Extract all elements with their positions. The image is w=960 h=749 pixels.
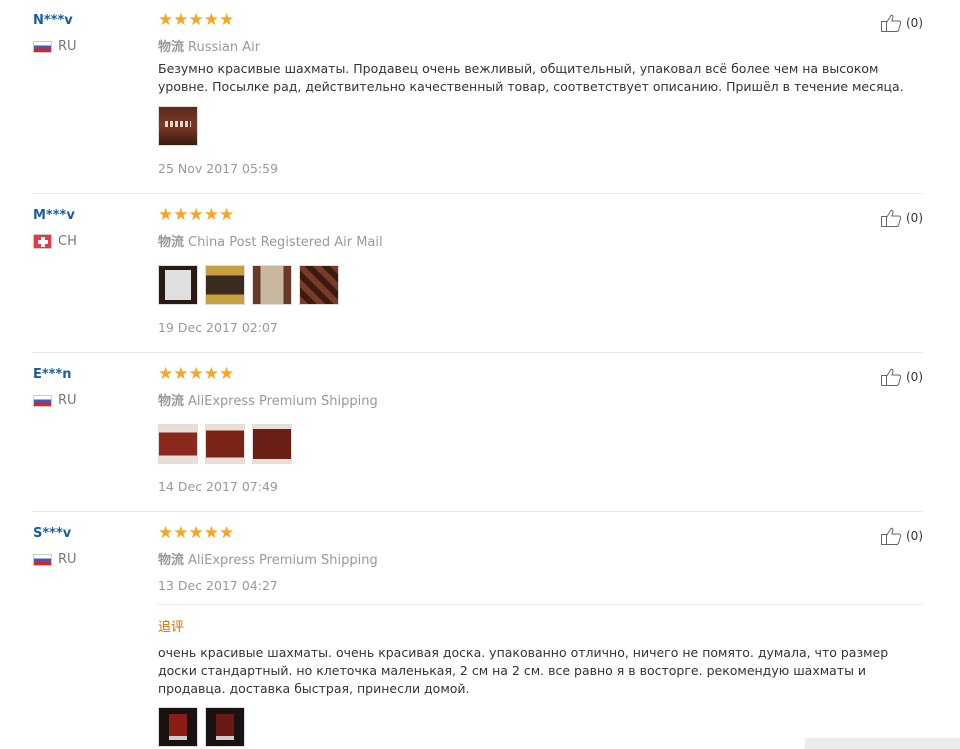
review-photos — [158, 265, 346, 305]
shipping-value: AliExpress Premium Shipping — [188, 394, 378, 409]
review-photo[interactable] — [205, 707, 245, 747]
country-code: RU — [58, 393, 77, 408]
review-photo[interactable] — [252, 265, 292, 305]
shipping-label: 物流 — [158, 235, 185, 250]
like-button[interactable]: (0) — [880, 13, 923, 33]
shipping-value: AliExpress Premium Shipping — [188, 553, 378, 568]
divider — [32, 193, 923, 194]
like-button[interactable]: (0) — [880, 367, 923, 387]
review-photos — [158, 106, 205, 146]
review-photo[interactable] — [158, 106, 198, 146]
shipping-method: 物流 China Post Registered Air Mail — [158, 231, 383, 250]
thumbs-up-icon — [881, 368, 902, 386]
review-photo[interactable] — [252, 424, 292, 464]
reviewer-name[interactable]: N***v — [33, 13, 73, 28]
divider — [32, 352, 923, 353]
like-button[interactable]: (0) — [880, 526, 923, 546]
shipping-label: 物流 — [158, 40, 185, 55]
star-rating: ★★★★★ — [158, 364, 235, 384]
shipping-method: 物流 Russian Air — [158, 36, 260, 55]
thumbs-up-icon — [881, 14, 902, 32]
like-count: (0) — [906, 529, 923, 543]
review-photo[interactable] — [205, 424, 245, 464]
like-count: (0) — [906, 16, 923, 30]
country-code: RU — [58, 552, 77, 567]
reviewer-country: CH — [33, 234, 77, 249]
review-photo[interactable] — [299, 265, 339, 305]
reviewer-name[interactable]: E***n — [33, 367, 72, 382]
shipping-value: China Post Registered Air Mail — [188, 235, 383, 250]
review-photos — [158, 707, 252, 747]
like-button[interactable]: (0) — [880, 208, 923, 228]
shipping-method: 物流 AliExpress Premium Shipping — [158, 390, 378, 409]
star-rating: ★★★★★ — [158, 205, 235, 225]
shipping-label: 物流 — [158, 394, 185, 409]
like-count: (0) — [906, 211, 923, 225]
bottom-edge-shadow — [805, 738, 960, 749]
review-date: 13 Dec 2017 04:27 — [158, 578, 278, 593]
review-date: 14 Dec 2017 07:49 — [158, 479, 278, 494]
review-photo[interactable] — [158, 424, 198, 464]
flag-ru-icon — [33, 553, 52, 566]
star-rating: ★★★★★ — [158, 523, 235, 543]
review-photo[interactable] — [205, 265, 245, 305]
additional-review-title: 追评 — [158, 620, 185, 635]
divider — [32, 511, 923, 512]
thumbs-up-icon — [881, 209, 902, 227]
flag-ru-icon — [33, 40, 52, 53]
shipping-label: 物流 — [158, 553, 185, 568]
thumbs-up-icon — [881, 527, 902, 545]
star-rating: ★★★★★ — [158, 10, 235, 30]
reviewer-country: RU — [33, 393, 77, 408]
review-date: 25 Nov 2017 05:59 — [158, 161, 279, 176]
review-photo[interactable] — [158, 265, 198, 305]
review-text: Безумно красивые шахматы. Продавец очень… — [158, 61, 904, 94]
reviewer-name[interactable]: S***v — [33, 526, 71, 541]
review-photos — [158, 424, 299, 464]
flag-ru-icon — [33, 394, 52, 407]
shipping-method: 物流 AliExpress Premium Shipping — [158, 549, 378, 568]
country-code: CH — [58, 234, 77, 249]
reviewer-country: RU — [33, 39, 77, 54]
flag-ch-icon — [33, 234, 52, 249]
review-photo[interactable] — [158, 707, 198, 747]
additional-review-text: очень красивые шахматы. очень красивая д… — [158, 645, 889, 696]
reviewer-name[interactable]: M***v — [33, 208, 75, 223]
country-code: RU — [58, 39, 77, 54]
review-date: 19 Dec 2017 02:07 — [158, 320, 278, 335]
shipping-value: Russian Air — [188, 40, 261, 55]
reviewer-country: RU — [33, 552, 77, 567]
divider — [158, 604, 923, 605]
like-count: (0) — [906, 370, 923, 384]
